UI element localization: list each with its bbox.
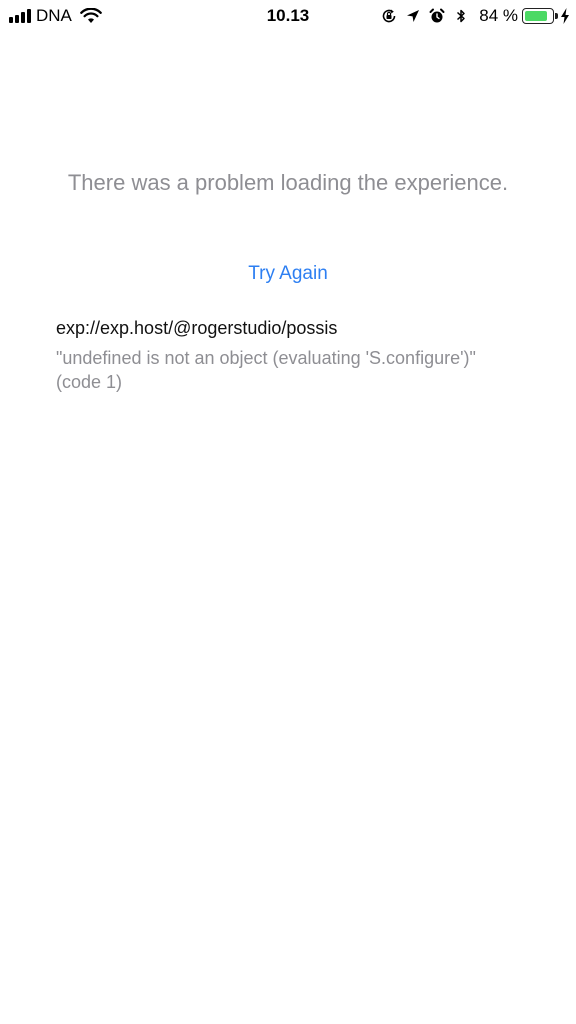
battery-fill [525, 11, 547, 21]
error-detail: "undefined is not an object (evaluating … [56, 348, 476, 392]
app-screen: DNA 10.13 84 % There was a problem loadi… [0, 0, 576, 1024]
bluetooth-icon [457, 9, 465, 23]
battery-percent: 84 % [479, 6, 518, 25]
experience-url: exp://exp.host/@rogerstudio/possis [56, 318, 338, 338]
error-message: There was a problem loading the experien… [67, 170, 509, 195]
alarm-icon [429, 8, 445, 23]
charging-bolt-icon [561, 8, 569, 24]
orientation-lock-icon [382, 9, 396, 23]
status-bar: DNA 10.13 84 % [0, 0, 576, 32]
battery-icon [522, 8, 558, 24]
try-again-button[interactable]: Try Again [0, 262, 576, 286]
status-bar-right: 84 % [373, 5, 570, 27]
location-icon [407, 10, 420, 22]
